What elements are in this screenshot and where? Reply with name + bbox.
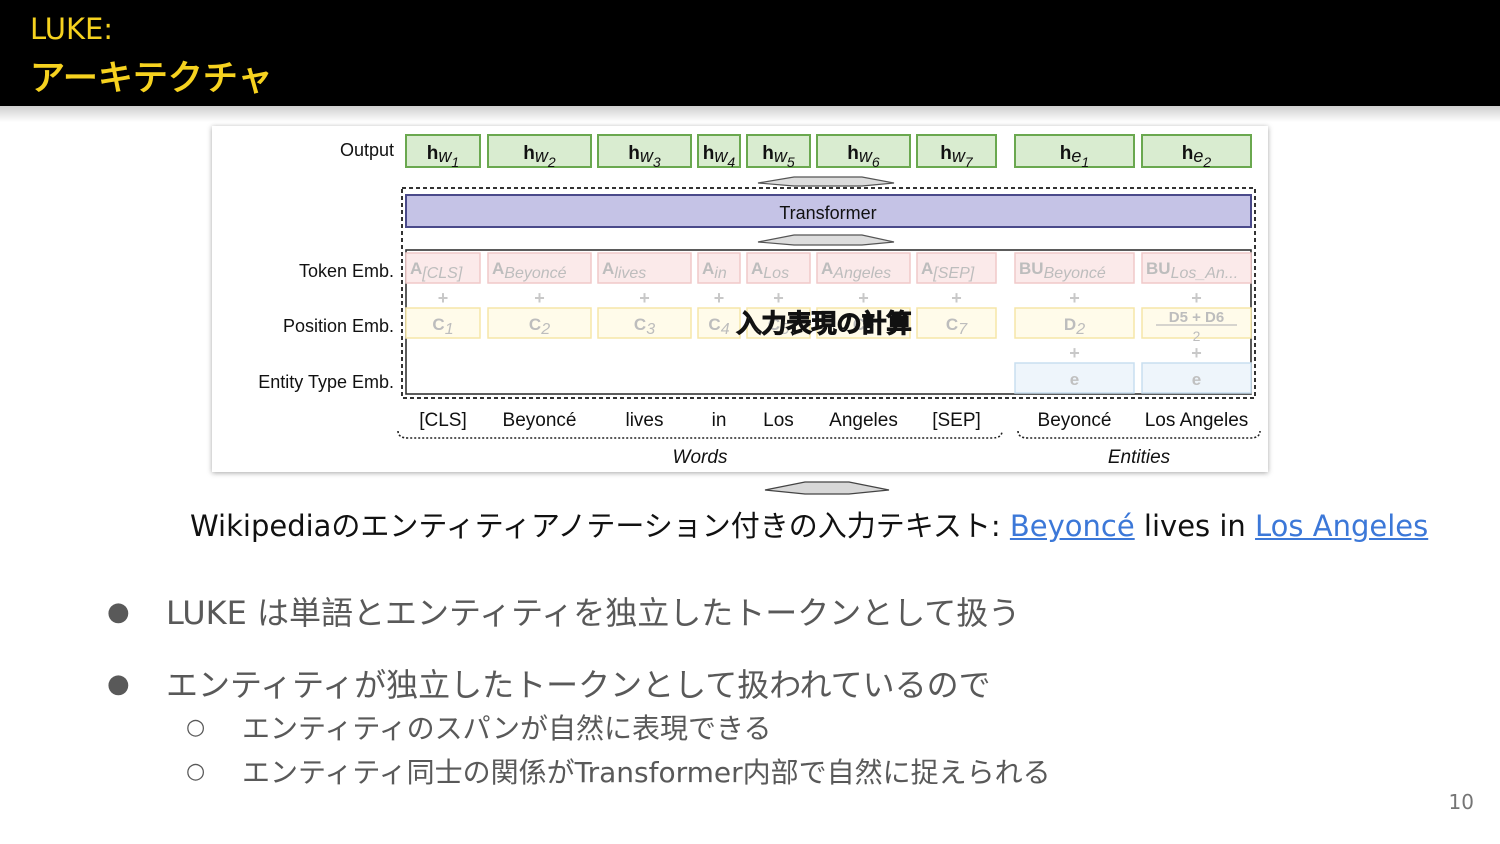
row-label-entity-type-emb: Entity Type Emb. <box>258 372 394 392</box>
plus-sign: + <box>1191 288 1202 308</box>
entities-brace <box>1017 430 1261 439</box>
overlay-caption: 入力表現の計算 <box>736 309 911 338</box>
plus-sign: + <box>1069 343 1080 363</box>
input-text-caption: Wikipediaのエンティティアノテーション付きの入力テキスト: Beyonc… <box>190 503 1428 545</box>
bullet-2: エンティティが独立したトークンとして扱われているので <box>166 666 991 704</box>
input-word: Los <box>763 410 794 431</box>
slide-title-line1: LUKE: <box>30 12 114 46</box>
plus-sign: + <box>534 288 545 308</box>
page-number: 10 <box>1448 790 1474 814</box>
input-word: lives <box>625 410 663 431</box>
plus-sign: + <box>858 288 869 308</box>
group-label-entities: Entities <box>1108 447 1171 468</box>
entity-type-label: e <box>1070 370 1079 389</box>
entity-link-beyonce[interactable]: Beyoncé <box>1010 509 1135 543</box>
input-word: [CLS] <box>419 410 467 431</box>
plus-sign: + <box>951 288 962 308</box>
sub-bullet-1: エンティティのスパンが自然に表現できる <box>242 712 772 745</box>
transformer-up-arrow-icon <box>757 234 895 246</box>
bullet-dot-1: ● <box>107 597 130 627</box>
input-word: in <box>712 410 727 431</box>
plus-sign: + <box>714 288 725 308</box>
header-shadow <box>0 106 1500 122</box>
input-word: [SEP] <box>932 410 981 431</box>
row-label-position-emb: Position Emb. <box>283 316 394 336</box>
sub-bullet-2: エンティティ同士の関係がTransformer内部で自然に捉えられる <box>242 756 1051 789</box>
slide-header: LUKE: アーキテクチャ <box>0 0 1500 106</box>
input-entity: Los Angeles <box>1145 410 1249 431</box>
plus-sign: + <box>773 288 784 308</box>
plus-sign: + <box>1069 288 1080 308</box>
architecture-diagram: Transformer Output Token Emb. Position Emb.… <box>258 134 1261 468</box>
entity-type-label: e <box>1192 370 1201 389</box>
transformer-label: Transformer <box>779 203 876 223</box>
group-label-words: Words <box>673 447 728 468</box>
input-word: Beyoncé <box>503 410 577 431</box>
plus-sign: + <box>1191 343 1202 363</box>
bullet-1: LUKE は単語とエンティティを独立したトークンとして扱う <box>166 594 1021 632</box>
sub-bullet-dot-2: ○ <box>186 759 206 784</box>
caption-middle: lives in <box>1134 509 1256 543</box>
input-entity: Beyoncé <box>1038 410 1112 431</box>
row-label-token-emb: Token Emb. <box>299 261 394 281</box>
row-label-output: Output <box>340 140 394 160</box>
input-up-arrow-icon <box>764 481 890 495</box>
sub-bullet-dot-1: ○ <box>186 715 206 740</box>
bullet-dot-2: ● <box>107 669 130 699</box>
entity-link-los-angeles[interactable]: Los Angeles <box>1255 509 1428 543</box>
position-fraction-denominator: 2 <box>1193 328 1201 344</box>
input-word: Angeles <box>829 410 898 431</box>
plus-sign: + <box>438 288 449 308</box>
plus-sign: + <box>639 288 650 308</box>
words-brace <box>397 430 1003 439</box>
output-up-arrow-icon <box>757 176 895 187</box>
caption-prefix: Wikipediaのエンティティアノテーション付きの入力テキスト: <box>190 509 1010 543</box>
position-fraction-numerator: D5 + D6 <box>1169 309 1224 326</box>
architecture-figure: Transformer Output Token Emb. Position Emb.… <box>212 126 1268 472</box>
slide-title-line2: アーキテクチャ <box>30 59 273 99</box>
